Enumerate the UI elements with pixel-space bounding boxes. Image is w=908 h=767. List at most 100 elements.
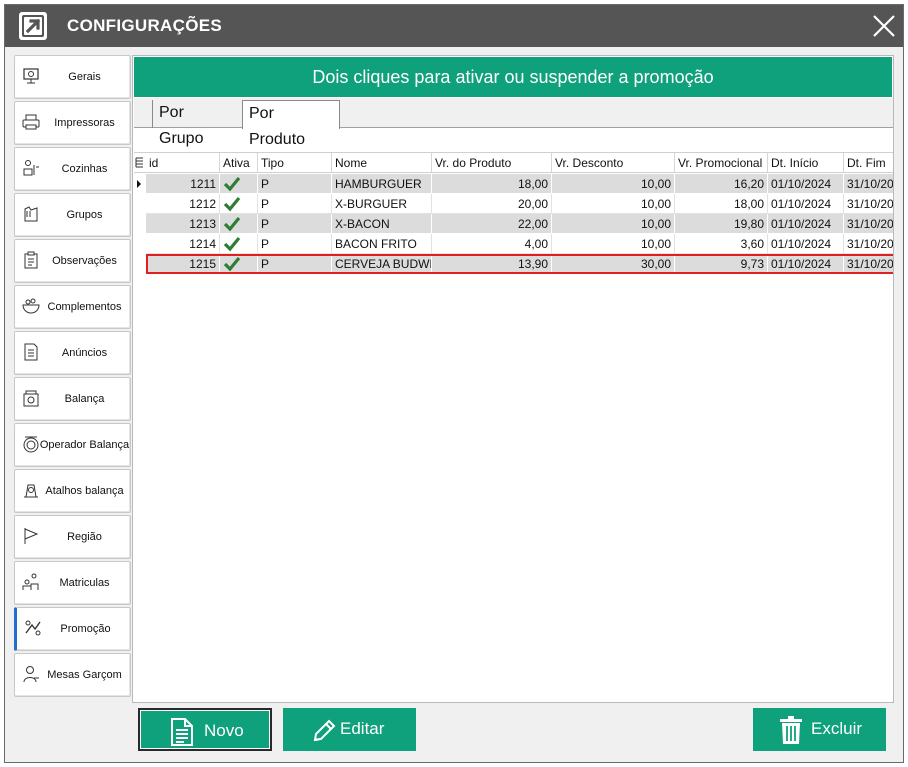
sidebar-item-label: Gerais [68,71,101,83]
table-row[interactable]: 1215 P CERVEJA BUDWE 13,90 30,00 9,73 01/10/20… [134,254,893,274]
col-dt-inicio-header[interactable]: Dt. Início [768,153,844,173]
row-indicator [134,214,146,234]
col-tipo-cell[interactable]: P [258,234,332,254]
col-vr-desconto-header[interactable]: Vr. Desconto [552,153,675,173]
col-ativa-cell[interactable] [220,234,258,254]
promotion-icon [25,620,41,636]
table-row[interactable]: 1213 P X-BACON 22,00 10,00 19,80 01/10/2024 31/… [134,214,893,234]
col-vr-produto-cell[interactable]: 20,00 [432,194,552,214]
promotions-grid[interactable]: id Ativa Tipo Nome Vr. do Produto Vr. Descont… [134,152,893,702]
col-vr-produto-header[interactable]: Vr. do Produto [432,153,552,173]
col-vr-promocional-cell[interactable]: 19,80 [675,214,768,234]
table-row[interactable]: 1211 P HAMBURGUER 18,00 10,00 16,20 01/10/2024… [134,174,893,194]
col-id-cell[interactable]: 1211 [146,174,220,194]
scale-icon [23,390,39,407]
sidebar-item-cozinhas[interactable]: Cozinhas [14,147,131,191]
col-nome-cell[interactable]: HAMBURGUER [332,174,432,194]
gear-monitor-icon [23,68,39,84]
col-dt-fim-cell[interactable]: 31/10/2024 [844,174,893,194]
col-vr-desconto-cell[interactable]: 30,00 [552,254,675,274]
col-dt-fim-cell[interactable]: 31/10/2024 [844,194,893,214]
col-nome-cell[interactable]: CERVEJA BUDWE [332,254,432,274]
col-dt-inicio-cell[interactable]: 01/10/2024 [768,214,844,234]
sidebar-item-impressoras[interactable]: Impressoras [14,101,131,145]
table-row[interactable]: 1214 P BACON FRITO 4,00 10,00 3,60 01/10/2024 3… [134,234,893,254]
col-dt-inicio-cell[interactable]: 01/10/2024 [768,194,844,214]
col-tipo-cell[interactable]: P [258,254,332,274]
col-nome-cell[interactable]: BACON FRITO [332,234,432,254]
sidebar-item-balanca[interactable]: Balança [14,377,131,421]
col-vr-desconto-cell[interactable]: 10,00 [552,194,675,214]
col-id-cell[interactable]: 1213 [146,214,220,234]
col-vr-promocional-cell[interactable]: 18,00 [675,194,768,214]
sidebar: Gerais Impressoras Cozinhas Grupos Observaçõ… [14,55,132,755]
excluir-button[interactable]: Excluir [753,708,886,751]
col-nome-cell[interactable]: X-BACON [332,214,432,234]
scale-operator-icon [23,436,39,453]
sidebar-item-mesas-garcom[interactable]: Mesas Garçom [14,653,131,697]
col-nome-header[interactable]: Nome [332,153,432,173]
col-id-cell[interactable]: 1215 [146,254,220,274]
col-tipo-cell[interactable]: P [258,214,332,234]
col-vr-promocional-header[interactable]: Vr. Promocional [675,153,768,173]
flag-icon [24,528,39,544]
sidebar-item-label: Grupos [66,209,103,221]
novo-button[interactable]: Novo [138,708,272,751]
col-dt-fim-header[interactable]: Dt. Fim [844,153,893,173]
col-dt-inicio-cell[interactable]: 01/10/2024 [768,234,844,254]
tab-por-produto[interactable]: Por Produto [242,100,340,148]
editar-button[interactable]: Editar [283,708,416,751]
col-vr-desconto-cell[interactable]: 10,00 [552,234,675,254]
col-vr-produto-cell[interactable]: 18,00 [432,174,552,194]
col-id-cell[interactable]: 1214 [146,234,220,254]
sidebar-item-complementos[interactable]: Complementos [14,285,131,329]
col-id-header[interactable]: id [146,153,220,173]
trash-icon [780,716,802,744]
col-vr-promocional-cell[interactable]: 16,20 [675,174,768,194]
sidebar-item-anuncios[interactable]: Anúncios [14,331,131,375]
col-tipo-cell[interactable]: P [258,174,332,194]
promotion-panel: Dois cliques para ativar ou suspender a … [132,55,894,703]
col-dt-inicio-cell[interactable]: 01/10/2024 [768,254,844,274]
title-bar: CONFIGURAÇÕES [5,5,903,47]
col-id-cell[interactable]: 1212 [146,194,220,214]
col-dt-fim-cell[interactable]: 31/10/2024 [844,214,893,234]
row-indicator [134,194,146,214]
sidebar-item-gerais[interactable]: Gerais [14,55,131,99]
col-ativa-header[interactable]: Ativa [220,153,258,173]
col-dt-fim-cell[interactable]: 31/10/2024 [844,234,893,254]
table-row[interactable]: 1212 P X-BURGUER 20,00 10,00 18,00 01/10/2024 3… [134,194,893,214]
col-vr-produto-cell[interactable]: 22,00 [432,214,552,234]
scale-shortcut-icon [24,484,38,498]
column-chooser-icon[interactable] [135,157,145,169]
col-ativa-cell[interactable] [220,254,258,274]
col-tipo-header[interactable]: Tipo [258,153,332,173]
configuracoes-window: CONFIGURAÇÕES Gerais Impressoras Cozinhas G… [4,4,904,763]
sidebar-item-observacoes[interactable]: Observações [14,239,131,283]
sidebar-item-label: Promoção [60,623,111,635]
sidebar-item-operador-balanca[interactable]: Operador Balança [14,423,131,467]
sidebar-item-grupos[interactable]: Grupos [14,193,131,237]
sidebar-item-regiao[interactable]: Região [14,515,131,559]
col-vr-produto-cell[interactable]: 4,00 [432,234,552,254]
col-dt-fim-cell[interactable]: 31/10/2024 [844,254,893,274]
sidebar-item-atalhos-balanca[interactable]: Atalhos balança [14,469,131,513]
tab-por-grupo[interactable]: Por Grupo [152,100,238,147]
sidebar-item-promocao[interactable]: Promoção [14,607,131,651]
printer-icon [22,114,40,130]
col-dt-inicio-cell[interactable]: 01/10/2024 [768,174,844,194]
col-vr-desconto-cell[interactable]: 10,00 [552,214,675,234]
sidebar-item-matriculas[interactable]: Matriculas [14,561,131,605]
col-vr-promocional-cell[interactable]: 9,73 [675,254,768,274]
bowl-icon [22,298,40,314]
col-tipo-cell[interactable]: P [258,194,332,214]
col-vr-desconto-cell[interactable]: 10,00 [552,174,675,194]
close-icon[interactable] [869,11,899,41]
col-vr-promocional-cell[interactable]: 3,60 [675,234,768,254]
col-vr-produto-cell[interactable]: 13,90 [432,254,552,274]
col-nome-cell[interactable]: X-BURGUER [332,194,432,214]
col-ativa-cell[interactable] [220,194,258,214]
col-ativa-cell[interactable] [220,214,258,234]
col-ativa-cell[interactable] [220,174,258,194]
novo-label: Novo [204,721,244,740]
